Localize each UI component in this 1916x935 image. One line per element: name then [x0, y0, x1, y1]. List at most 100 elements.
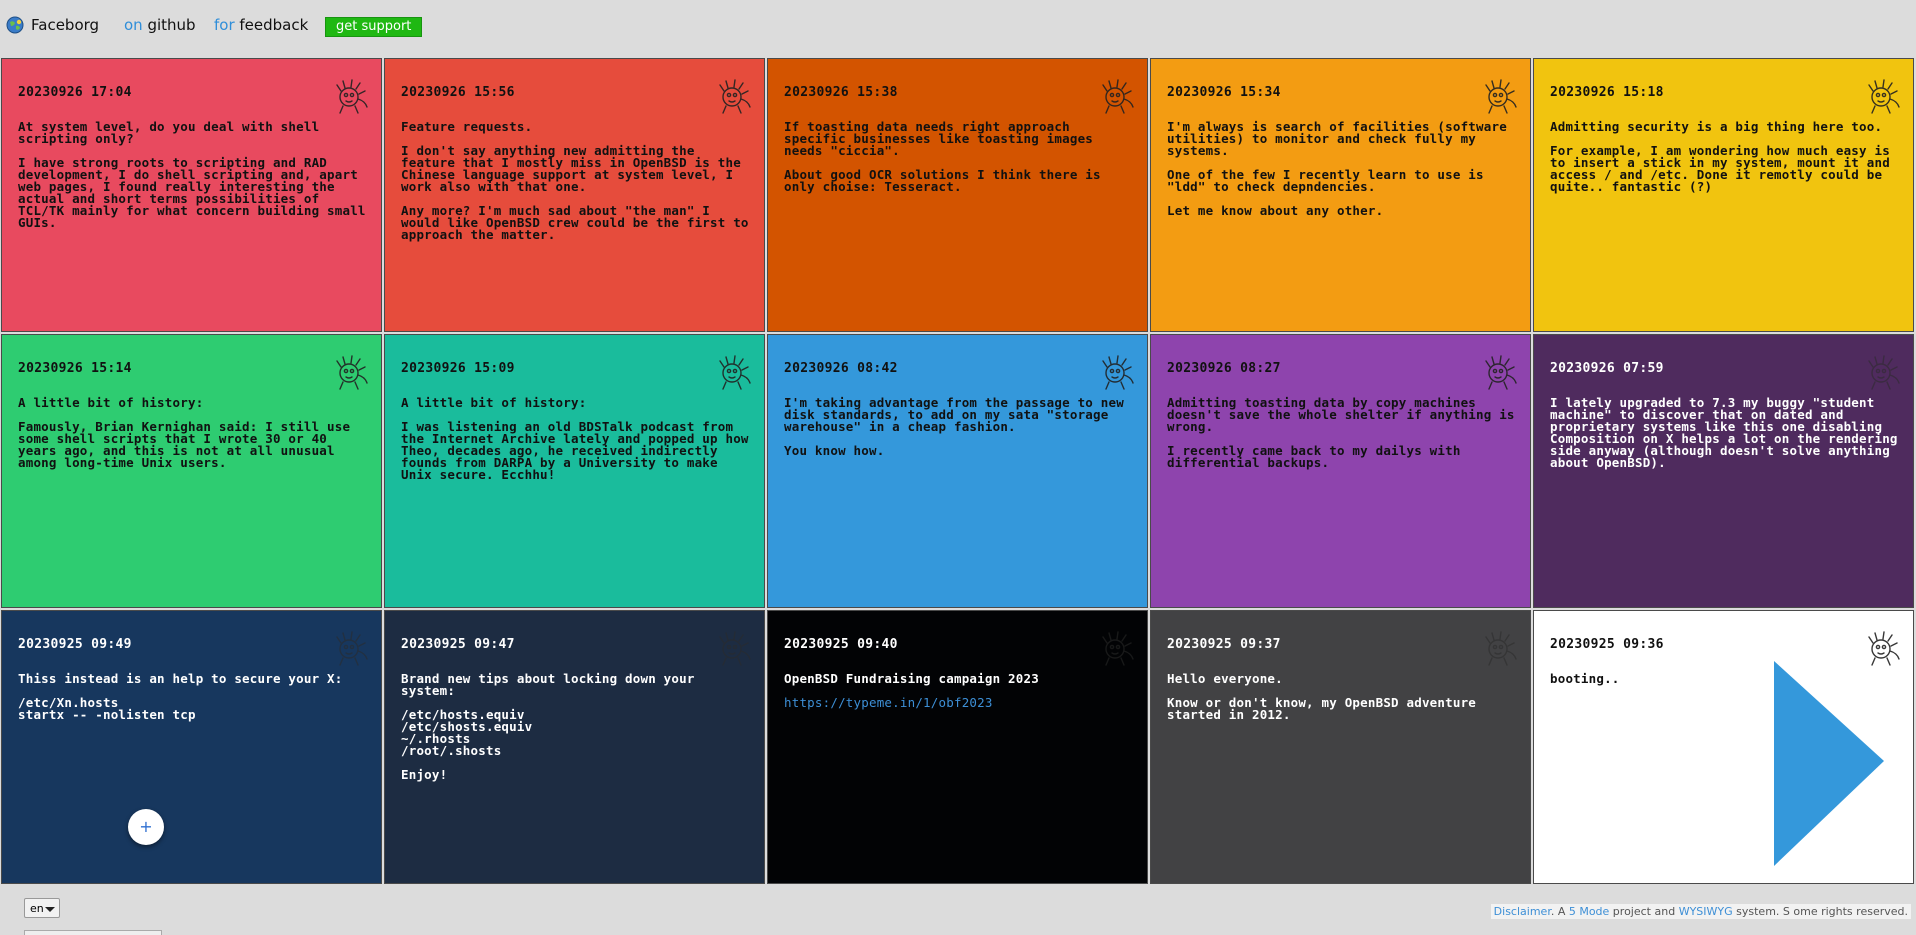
post-date: 20230926 15:09 [401, 361, 515, 376]
disclaimer-link[interactable]: Disclaimer [1494, 905, 1551, 918]
post-paragraph: OpenBSD Fundraising campaign 2023 [784, 671, 1039, 686]
post-paragraph: Admitting security is a big thing here t… [1550, 119, 1883, 134]
post-date: 20230925 09:37 [1167, 637, 1281, 652]
add-post-button[interactable]: + [128, 809, 164, 845]
post-card[interactable]: 20230926 15:56 Feature requests. I don't s… [384, 58, 765, 332]
github-prefix: on [124, 16, 143, 34]
post-body: OpenBSD Fundraising campaign 2023 https:/… [784, 671, 1133, 710]
post-card[interactable]: 20230926 15:34 I'm always is search of fa… [1150, 58, 1531, 332]
post-date: 20230926 08:42 [784, 361, 898, 376]
post-body: Admitting security is a big thing here t… [1550, 119, 1899, 205]
post-body: A little bit of history: Famously, Brian … [18, 395, 367, 481]
post-card[interactable]: 20230925 09:49 Thiss instead is an help t… [1, 610, 382, 884]
puffy-mascot-icon [1863, 353, 1903, 391]
puffy-mascot-icon [1480, 77, 1520, 115]
puffy-mascot-icon [331, 77, 371, 115]
top-bar: Faceborg on github for feedback get supp… [0, 0, 1916, 52]
post-paragraph: Let me know about any other. [1167, 203, 1384, 218]
post-date: 20230925 09:49 [18, 637, 132, 652]
five-mode-link[interactable]: 5 Mode [1569, 905, 1609, 918]
post-paragraph: A little bit of history: [18, 395, 204, 410]
post-card[interactable]: 20230926 15:38 If toasting data needs rig… [767, 58, 1148, 332]
post-paragraph: Hello everyone. [1167, 671, 1283, 686]
post-body: Thiss instead is an help to secure your … [18, 671, 367, 733]
post-paragraph: Famously, Brian Kernighan said: I still … [18, 419, 358, 470]
brand-link[interactable]: Faceborg [31, 16, 99, 34]
post-body: Admitting toasting data by copy machines… [1167, 395, 1523, 481]
language-select[interactable]: en [24, 898, 60, 918]
puffy-mascot-icon [331, 353, 371, 391]
wysiwyg-link[interactable]: WYSIWYG [1679, 905, 1733, 918]
post-body: Brand new tips about locking down your s… [401, 671, 750, 793]
post-paragraph: Admitting toasting data by copy machines… [1167, 395, 1523, 434]
puffy-mascot-icon [1863, 77, 1903, 115]
puffy-mascot-icon [331, 629, 371, 667]
post-date: 20230926 15:14 [18, 361, 132, 376]
post-paragraph: A little bit of history: [401, 395, 587, 410]
post-paragraph: I'm always is search of facilities (soft… [1167, 119, 1515, 158]
post-card[interactable]: 20230926 15:09 A little bit of history: I … [384, 334, 765, 608]
post-card[interactable]: 20230926 17:04 At system level, do you de… [1, 58, 382, 332]
puffy-mascot-icon [714, 629, 754, 667]
puffy-mascot-icon [1097, 77, 1137, 115]
puffy-mascot-icon [714, 77, 754, 115]
footer-text-b: project and [1609, 905, 1679, 918]
post-body: A little bit of history: I was listening … [401, 395, 757, 493]
footer-text-c: system. S ome rights reserved. [1732, 905, 1908, 918]
post-paragraph: Thiss instead is an help to secure your … [18, 671, 343, 686]
post-paragraph: Enjoy! [401, 767, 448, 782]
post-paragraph: At system level, do you deal with shell … [18, 119, 328, 146]
play-triangle-icon[interactable] [1774, 661, 1884, 866]
globe-icon [6, 16, 24, 34]
github-label: github [147, 16, 196, 34]
puffy-mascot-icon [1097, 353, 1137, 391]
post-paragraph: You know how. [784, 443, 885, 458]
post-card[interactable]: 20230925 09:36 booting.. [1533, 610, 1914, 884]
puffy-mascot-icon [1097, 629, 1137, 667]
post-paragraph: One of the few I recently learn to use i… [1167, 167, 1492, 194]
post-body: Hello everyone. Know or don't know, my Op… [1167, 671, 1516, 733]
post-paragraph: For example, I am wondering how much eas… [1550, 143, 1898, 194]
post-paragraph: /etc/Xn.hosts startx -- -nolisten tcp [18, 695, 196, 722]
post-body: I'm always is search of facilities (soft… [1167, 119, 1516, 229]
language-value: en [30, 902, 44, 915]
post-link[interactable]: https://typeme.in/1/obf2023 [784, 695, 993, 710]
post-paragraph: Brand new tips about locking down your s… [401, 671, 703, 698]
post-card[interactable]: 20230926 08:27 Admitting toasting data by… [1150, 334, 1531, 608]
post-date: 20230926 15:34 [1167, 85, 1281, 100]
post-body: I'm taking advantage from the passage to… [784, 395, 1133, 469]
post-paragraph: I recently came back to my dailys with d… [1167, 443, 1469, 470]
feedback-link[interactable]: for feedback [214, 16, 308, 34]
post-paragraph: Know or don't know, my OpenBSD adventure… [1167, 695, 1484, 722]
post-card[interactable]: 20230925 09:37 Hello everyone. Know or don… [1150, 610, 1531, 884]
post-date: 20230926 07:59 [1550, 361, 1664, 376]
post-card[interactable]: 20230926 07:59 I lately upgraded to 7.3 m… [1533, 334, 1914, 608]
puffy-mascot-icon [1480, 629, 1520, 667]
post-card[interactable]: 20230926 15:18 Admitting security is a bi… [1533, 58, 1914, 332]
footer-text-a: . A [1550, 905, 1569, 918]
post-date: 20230926 15:18 [1550, 85, 1664, 100]
post-body: If toasting data needs right approach sp… [784, 120, 1133, 205]
post-paragraph: I have strong roots to scripting and RAD… [18, 155, 374, 230]
feedback-label: feedback [239, 16, 309, 34]
github-link[interactable]: on github [124, 16, 196, 34]
post-paragraph: /etc/hosts.equiv /etc/shosts.equiv ~/.rh… [401, 707, 533, 758]
post-card[interactable]: 20230925 09:47 Brand new tips about locki… [384, 610, 765, 884]
post-date: 20230925 09:40 [784, 637, 898, 652]
post-date: 20230926 15:56 [401, 85, 515, 100]
post-paragraph: I was listening an old BDSTalk podcast f… [401, 419, 757, 482]
chevron-down-icon [45, 907, 55, 912]
post-paragraph: Any more? I'm much sad about "the man" I… [401, 203, 757, 242]
puffy-mascot-icon [714, 353, 754, 391]
feedback-prefix: for [214, 16, 235, 34]
post-card[interactable]: 20230926 15:14 A little bit of history: Fa… [1, 334, 382, 608]
post-paragraph: About good OCR solutions I think there i… [784, 167, 1109, 194]
post-card[interactable]: 20230925 09:40 OpenBSD Fundraising campai… [767, 610, 1148, 884]
post-paragraph: I don't say anything new admitting the f… [401, 143, 749, 194]
post-date: 20230926 08:27 [1167, 361, 1281, 376]
get-support-button[interactable]: get support [325, 17, 423, 37]
post-paragraph: I'm taking advantage from the passage to… [784, 395, 1132, 434]
post-date: 20230925 09:47 [401, 637, 515, 652]
post-card[interactable]: 20230926 08:42 I'm taking advantage from … [767, 334, 1148, 608]
puffy-mascot-icon [1480, 353, 1520, 391]
